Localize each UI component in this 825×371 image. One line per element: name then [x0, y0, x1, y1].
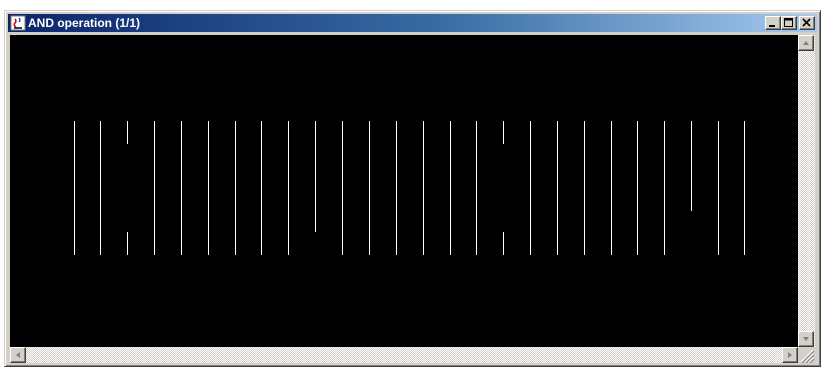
title-bar[interactable]: AND operation (1/1) — [8, 14, 817, 32]
minimize-icon — [769, 25, 775, 27]
maximize-icon — [784, 18, 793, 27]
scroll-up-button[interactable] — [798, 35, 814, 51]
maximize-button[interactable] — [781, 16, 797, 30]
close-icon — [802, 18, 811, 27]
window-title: AND operation (1/1) — [28, 16, 141, 30]
arrow-left-icon — [16, 352, 20, 358]
minimize-button[interactable] — [765, 16, 781, 30]
scroll-left-button[interactable] — [10, 347, 26, 363]
signal-canvas[interactable] — [10, 35, 798, 347]
app-window: AND operation (1/1) — [4, 10, 821, 367]
java-applet-icon — [10, 15, 26, 31]
signal-traces — [74, 121, 745, 255]
resize-grip[interactable] — [798, 347, 815, 364]
arrow-down-icon — [803, 337, 809, 341]
horizontal-scrollbar[interactable] — [10, 347, 798, 363]
arrow-up-icon — [803, 41, 809, 45]
arrow-right-icon — [788, 352, 792, 358]
client-area — [10, 35, 815, 364]
close-button[interactable] — [799, 16, 815, 30]
scroll-down-button[interactable] — [798, 331, 814, 347]
resize-grip-icon — [800, 349, 815, 364]
scroll-right-button[interactable] — [782, 347, 798, 363]
vertical-scrollbar[interactable] — [798, 35, 815, 347]
